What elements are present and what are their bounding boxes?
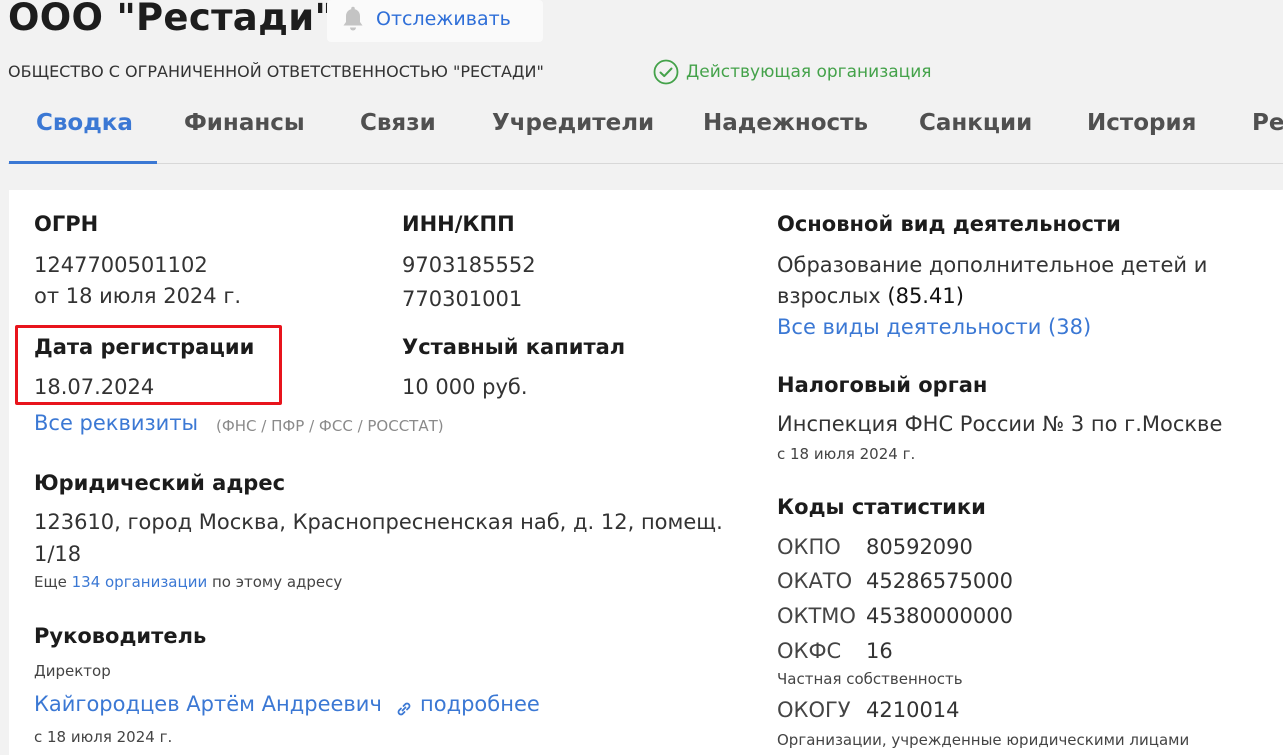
capital-value: 10 000 руб. — [402, 375, 528, 399]
ogrn-value: 1247700501102 — [34, 253, 208, 277]
stats-label: Коды статистики — [777, 495, 986, 519]
tab-summary[interactable]: Сводка — [36, 110, 133, 136]
kpp-value: 770301001 — [402, 287, 523, 311]
tab-links[interactable]: Связи — [360, 110, 436, 136]
tab-history[interactable]: История — [1087, 110, 1196, 136]
tab-bar: Сводка Финансы Связи Учредители Надежнос… — [0, 100, 1283, 164]
company-title: ООО "Рестади" — [8, 0, 335, 39]
okogu-value: 4210014 — [866, 698, 960, 722]
inn-value: 9703185552 — [402, 253, 536, 277]
oktmo-label: ОКТМО — [777, 604, 856, 628]
address-orgs-link[interactable]: 134 организации — [72, 573, 208, 591]
all-requisites-link[interactable]: Все реквизиты — [34, 411, 198, 435]
tab-finances[interactable]: Финансы — [184, 110, 305, 136]
okfs-label: ОКФС — [777, 639, 842, 663]
okogu-note: Организации, учрежденные юридическими ли… — [777, 731, 1190, 749]
address-label: Юридический адрес — [34, 471, 286, 495]
tab-reliability[interactable]: Надежность — [703, 110, 868, 136]
okogu-label: ОКОГУ — [777, 698, 851, 722]
okato-label: ОКАТО — [777, 569, 853, 593]
okfs-value: 16 — [866, 639, 893, 663]
tax-label: Налоговый орган — [777, 373, 988, 397]
link-icon — [395, 700, 413, 722]
active-tab-indicator — [9, 161, 157, 164]
tab-sanctions[interactable]: Санкции — [919, 110, 1032, 136]
summary-card: ОГРН 1247700501102 от 18 июля 2024 г. ИН… — [9, 190, 1283, 755]
okato-value: 45286575000 — [866, 569, 1013, 593]
tax-value: Инспекция ФНС России № 3 по г.Москве — [777, 412, 1223, 436]
follow-label: Отслеживать — [376, 8, 511, 30]
director-name-link[interactable]: Кайгородцев Артём Андреевич — [34, 692, 382, 716]
oktmo-value: 45380000000 — [866, 604, 1013, 628]
ogrn-date: от 18 июля 2024 г. — [34, 284, 242, 308]
director-label: Руководитель — [34, 624, 207, 648]
activity-line2-text: взрослых — [777, 284, 881, 308]
activity-code: (85.41) — [887, 284, 964, 308]
address-more-suffix: по этому адресу — [207, 573, 343, 591]
inn-kpp-label: ИНН/КПП — [402, 212, 515, 236]
bell-icon — [341, 6, 365, 38]
ogrn-label: ОГРН — [34, 212, 99, 236]
activity-line1: Образование дополнительное детей и — [777, 253, 1208, 277]
status-text: Действующая организация — [686, 62, 932, 82]
activity-label: Основной вид деятельности — [777, 212, 1121, 236]
okpo-value: 80592090 — [866, 535, 973, 559]
address-line1: 123610, город Москва, Краснопресненская … — [34, 510, 723, 534]
director-since: с 18 июля 2024 г. — [34, 728, 173, 746]
director-role: Директор — [34, 662, 111, 680]
tab-divider — [8, 163, 1283, 164]
company-full-name: ОБЩЕСТВО С ОГРАНИЧЕННОЙ ОТВЕТСТВЕННОСТЬЮ… — [8, 62, 544, 81]
tab-more-truncated[interactable]: Ре — [1252, 110, 1283, 136]
requisites-sources: (ФНС / ПФР / ФСС / РОССТАТ) — [216, 417, 444, 435]
address-more-prefix: Еще — [34, 573, 72, 591]
okpo-label: ОКПО — [777, 535, 841, 559]
okfs-note: Частная собственность — [777, 670, 963, 688]
capital-label: Уставный капитал — [402, 335, 626, 359]
check-circle-icon — [653, 59, 679, 89]
tab-founders[interactable]: Учредители — [492, 110, 654, 136]
activity-line2: взрослых (85.41) — [777, 284, 964, 308]
address-more: Еще 134 организации по этому адресу — [34, 573, 342, 591]
tax-since: с 18 июля 2024 г. — [777, 445, 916, 463]
all-activities-link[interactable]: Все виды деятельности (38) — [777, 315, 1091, 339]
reg-date-value: 18.07.2024 — [34, 375, 155, 399]
address-line2: 1/18 — [34, 542, 82, 566]
reg-date-label: Дата регистрации — [34, 335, 255, 359]
follow-button[interactable]: Отслеживать — [327, 0, 543, 42]
director-more-label: подробнее — [420, 692, 540, 716]
